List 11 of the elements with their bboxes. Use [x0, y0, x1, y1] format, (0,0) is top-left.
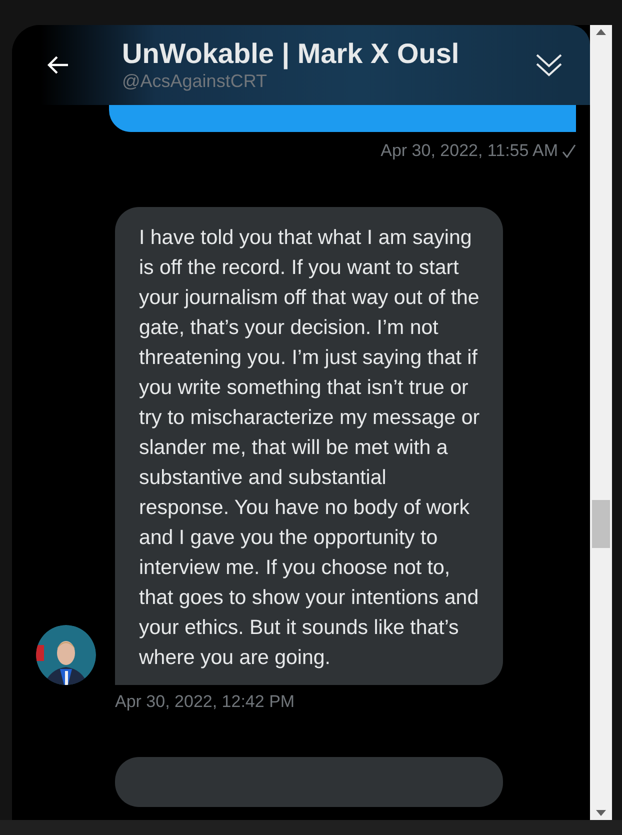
user-handle: @AcsAgainstCRT [122, 70, 267, 92]
scroll-down-icon[interactable] [596, 810, 606, 816]
back-arrow-icon [46, 55, 70, 75]
message-text: I have told you that what I am saying is off the record. If you want to start your journalism off that way out of the gate, that’s your decision. I’m not threatening you. I’m just saying that if you write something that isn’t true or try to mischaracterize my message or slander me, that will be met with a substantive and substantial response. You have no body of work and I gave you the opportunity to interview me. If you choose not to, that goes to show your intentions and your ethics. But it sounds like that’s where you are going. [139, 224, 481, 670]
scrollbar-thumb[interactable] [592, 500, 610, 548]
double-chevron-down-icon [535, 52, 563, 78]
message-timestamp: Apr 30, 2022, 11:55 AM [380, 140, 558, 162]
conversation-title: UnWokable | Mark X Ousl [122, 38, 460, 70]
scroll-up-icon[interactable] [596, 29, 606, 35]
scrollbar[interactable] [590, 25, 612, 820]
message-timestamp: Apr 30, 2022, 12:42 PM [115, 690, 295, 712]
